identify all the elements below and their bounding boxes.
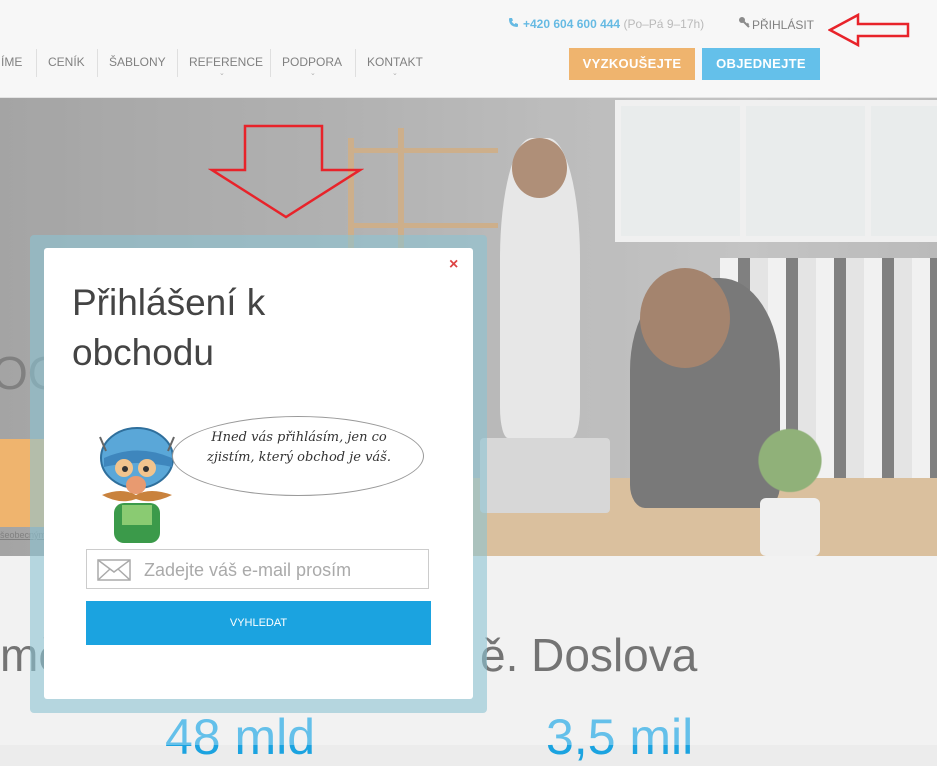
close-icon[interactable]: × — [449, 256, 458, 274]
modal-title: Přihlášení k obchodu — [72, 282, 266, 373]
login-modal: × Přihlášení k obchodu Hned vás přihlásí… — [44, 248, 473, 699]
email-field[interactable] — [86, 549, 429, 590]
email-input[interactable] — [142, 550, 426, 590]
red-arrow-left-icon — [828, 12, 910, 48]
search-button[interactable]: VYHLEDAT — [86, 601, 431, 645]
mascot-illustration — [92, 423, 182, 558]
red-arrow-down-icon — [208, 124, 364, 219]
speech-text: Hned vás přihlásím, jen co zjistím, kter… — [206, 430, 391, 465]
envelope-icon — [97, 559, 131, 586]
